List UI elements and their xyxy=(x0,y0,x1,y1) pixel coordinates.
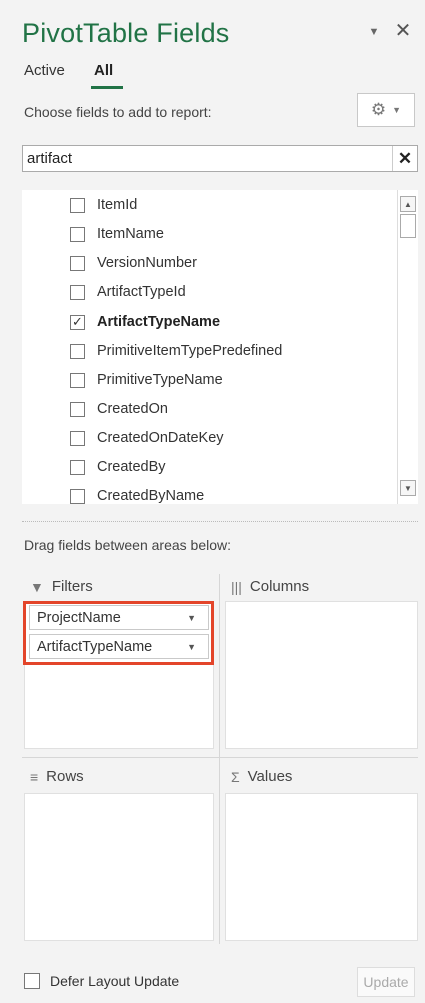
field-label: ArtifactTypeName xyxy=(97,314,221,330)
checkbox-checked[interactable]: ✓ xyxy=(70,314,85,330)
checkbox[interactable] xyxy=(70,488,85,504)
rows-label: Rows xyxy=(46,768,84,785)
scroll-down-button[interactable]: ▼ xyxy=(400,480,416,496)
arrow-up-icon: ▲ xyxy=(404,199,412,209)
field-label: ItemName xyxy=(97,226,164,242)
scroll-up-button[interactable]: ▲ xyxy=(400,196,416,212)
close-icon: ✕ xyxy=(394,19,412,42)
task-pane-options-button[interactable]: ▼ xyxy=(364,24,384,40)
columns-label: Columns xyxy=(249,578,310,595)
area-separator xyxy=(219,574,220,944)
list-item[interactable]: PrimitiveItemTypePredefined xyxy=(70,339,282,363)
values-header: Σ Values xyxy=(231,768,292,785)
tab-active[interactable]: Active xyxy=(24,62,65,79)
columns-icon: ||| xyxy=(231,578,242,595)
checkmark-icon: ✓ xyxy=(72,314,83,329)
checkbox[interactable] xyxy=(70,197,85,213)
checkbox[interactable] xyxy=(70,459,85,475)
checkbox[interactable] xyxy=(70,401,85,417)
list-item[interactable]: CreatedOn xyxy=(70,397,168,421)
field-label: CreatedOn xyxy=(97,401,168,417)
checkbox[interactable] xyxy=(70,284,85,300)
list-item[interactable]: CreatedOnDateKey xyxy=(70,426,224,450)
defer-label: Defer Layout Update xyxy=(50,973,180,989)
close-button[interactable]: ✕ xyxy=(392,18,414,42)
rows-icon: ≡ xyxy=(30,768,39,785)
drag-fields-label: Drag fields between areas below: xyxy=(24,537,232,553)
checkbox[interactable] xyxy=(70,372,85,388)
arrow-down-icon: ▼ xyxy=(404,483,412,493)
field-label: CreatedOnDateKey xyxy=(97,430,224,446)
chevron-down-icon: ▼ xyxy=(392,105,402,115)
list-item[interactable]: PrimitiveTypeName xyxy=(70,368,223,392)
filters-header: ▼ Filters xyxy=(30,578,93,595)
list-item[interactable]: CreatedBy xyxy=(70,455,166,479)
list-item[interactable]: ItemId xyxy=(70,193,137,217)
defer-layout-update[interactable]: Defer Layout Update xyxy=(24,973,179,989)
field-label: ItemId xyxy=(97,197,138,213)
field-label: VersionNumber xyxy=(97,255,197,271)
values-area[interactable] xyxy=(225,793,418,941)
checkbox[interactable] xyxy=(70,430,85,446)
list-item[interactable]: ItemName xyxy=(70,222,164,246)
field-label: CreatedBy xyxy=(97,459,166,475)
field-label: PrimitiveItemTypePredefined xyxy=(97,343,283,359)
update-button[interactable]: Update xyxy=(357,967,415,997)
defer-checkbox[interactable] xyxy=(24,973,40,989)
rows-area[interactable] xyxy=(24,793,214,941)
choose-fields-label: Choose fields to add to report: xyxy=(24,104,212,120)
gear-icon: ⚙ xyxy=(370,100,387,119)
field-label: PrimitiveTypeName xyxy=(97,372,223,388)
checkbox[interactable] xyxy=(70,255,85,271)
filters-label: Filters xyxy=(51,578,93,595)
tab-all[interactable]: All xyxy=(94,62,113,79)
chevron-down-icon: ▼ xyxy=(368,26,380,38)
section-divider xyxy=(22,521,418,522)
list-item[interactable]: CreatedByName xyxy=(70,484,204,504)
field-label: CreatedByName xyxy=(97,488,205,504)
columns-header: ||| Columns xyxy=(231,578,309,595)
vertical-scrollbar[interactable]: ▲ ▼ xyxy=(397,190,418,504)
checkbox[interactable] xyxy=(70,226,85,242)
values-label: Values xyxy=(247,768,293,785)
sigma-icon: Σ xyxy=(231,768,240,785)
field-list: ItemId ItemName VersionNumber ArtifactTy… xyxy=(22,190,418,504)
search-field[interactable]: artifact ✕ xyxy=(22,145,418,172)
rows-header: ≡ Rows xyxy=(30,768,84,785)
area-separator xyxy=(22,757,418,758)
search-input[interactable]: artifact xyxy=(27,150,72,167)
columns-area[interactable] xyxy=(225,601,418,749)
checkbox[interactable] xyxy=(70,343,85,359)
filter-icon: ▼ xyxy=(30,578,44,595)
list-item[interactable]: ✓ ArtifactTypeName xyxy=(70,310,220,334)
tab-selected-indicator xyxy=(91,86,123,89)
scrollbar-thumb[interactable] xyxy=(400,214,416,238)
list-item[interactable]: VersionNumber xyxy=(70,251,197,275)
annotation-highlight-box xyxy=(23,601,214,665)
field-label: ArtifactTypeId xyxy=(97,284,186,300)
tools-button[interactable]: ⚙ ▼ xyxy=(357,93,415,127)
pane-title: PivotTable Fields xyxy=(22,18,230,48)
list-item[interactable]: ArtifactTypeId xyxy=(70,280,186,304)
clear-search-button[interactable]: ✕ xyxy=(392,146,417,171)
